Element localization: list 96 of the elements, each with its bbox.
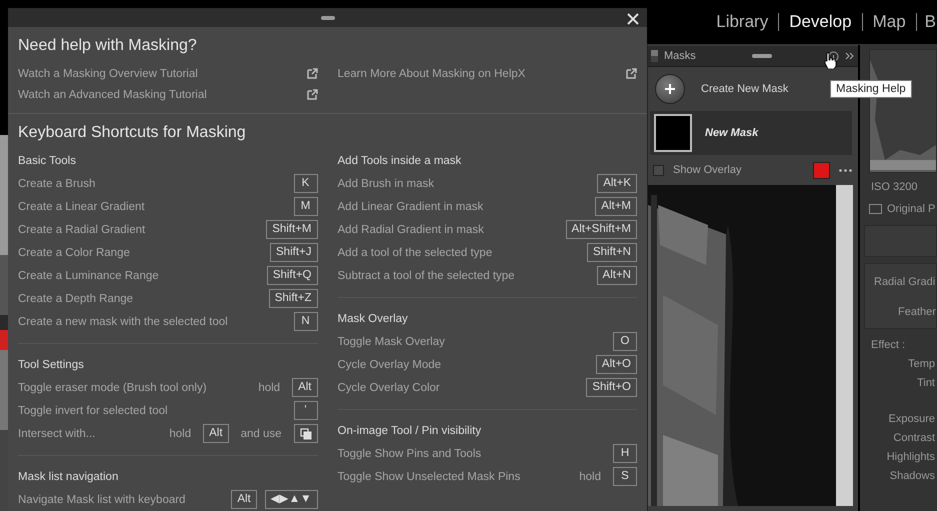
module-tab[interactable]: Develop — [778, 13, 862, 31]
slider-label: Tint — [916, 377, 936, 389]
module-tab[interactable]: Map — [862, 13, 916, 31]
key-cap: Alt+Shift+M — [566, 220, 637, 239]
slider-label: Shadows — [888, 470, 936, 482]
key-cap: K — [294, 174, 318, 193]
shortcut-label: Create a Color Range — [18, 246, 131, 258]
shortcut-label: Toggle invert for selected tool — [18, 404, 169, 416]
mask-item[interactable]: New Mask — [650, 111, 852, 155]
shortcuts-heading: Keyboard Shortcuts for Masking — [17, 123, 247, 143]
key-cap: Alt+K — [597, 174, 637, 193]
shortcut-label: Create a Radial Gradient — [18, 224, 146, 236]
shortcut-label: Toggle eraser mode (Brush tool only) — [18, 382, 208, 394]
shortcut-label: Cycle Overlay Mode — [338, 358, 442, 370]
shortcut-label: Add a tool of the selected type — [338, 246, 494, 258]
shortcut-label: Add Brush in mask — [338, 178, 436, 190]
key-cap: Alt+M — [595, 197, 637, 216]
panel-title: Masks — [664, 50, 696, 62]
overlay-checkbox[interactable] — [653, 164, 664, 176]
shortcut-note: hold — [258, 382, 280, 394]
module-tab[interactable]: Library — [706, 13, 778, 31]
shortcut-label: Create a new mask with the selected tool — [18, 316, 229, 328]
key-cap: Shift+Q — [266, 266, 318, 285]
key-cap: Shift+O — [586, 378, 637, 397]
overlay-color-swatch[interactable] — [813, 162, 830, 178]
more-icon[interactable] — [839, 168, 852, 172]
group-heading: Basic Tools — [18, 154, 77, 169]
shortcut-label: Toggle Show Unselected Mask Pins — [338, 470, 522, 482]
key-cap: Shift+N — [586, 243, 637, 262]
hand-cursor-icon — [824, 52, 837, 69]
shortcut-label: Add Radial Gradient in mask — [338, 224, 485, 236]
key-cap: S — [613, 467, 637, 486]
shortcut-label: Toggle Show Pins and Tools — [338, 448, 482, 460]
group-heading: On-image Tool / Pin visibility — [338, 424, 482, 439]
tutorial-link[interactable]: Learn More About Masking on HelpX — [338, 63, 637, 84]
shortcut-label: Create a Linear Gradient — [18, 200, 146, 212]
overlay-label: Show Overlay — [673, 164, 742, 176]
panel-toggle-icon[interactable] — [651, 50, 658, 62]
key-cap: ◀▶▲▼ — [264, 490, 318, 509]
shortcut-label: Subtract a tool of the selected type — [338, 270, 516, 282]
help-heading: Need help with Masking? — [17, 36, 198, 56]
external-link-icon — [626, 68, 637, 79]
shortcut-note: and use — [240, 428, 282, 440]
shortcut-label: Intersect with... — [18, 428, 96, 440]
external-link-icon — [306, 68, 318, 79]
key-cap: M — [294, 197, 318, 216]
key-cap: Alt — [203, 424, 229, 443]
help-icon[interactable] — [828, 50, 839, 62]
key-cap: Shift+M — [266, 220, 318, 239]
plus-icon — [664, 83, 676, 95]
tutorial-link[interactable]: Watch an Advanced Masking Tutorial — [18, 84, 318, 105]
shortcut-label: Navigate Mask list with keyboard — [18, 494, 186, 506]
slider-label: Temp — [907, 358, 936, 370]
module-tab[interactable]: B — [916, 13, 937, 31]
key-cap: Shift+Z — [268, 289, 318, 308]
add-mask-button[interactable] — [655, 74, 685, 104]
drag-handle-icon[interactable] — [320, 16, 334, 20]
key-cap: N — [294, 312, 318, 331]
key-cap: Alt — [292, 378, 318, 397]
key-cap: Shift+J — [270, 243, 318, 262]
original-label: Original P — [887, 203, 936, 215]
shortcut-label: Create a Luminance Range — [18, 270, 160, 282]
key-cap: O — [613, 332, 637, 351]
key-cap: Alt — [231, 490, 257, 509]
intersect-key-icon — [294, 424, 318, 443]
mask-thumbnail — [654, 114, 692, 152]
effect-label: Effect : — [870, 339, 906, 351]
double-chevron-icon[interactable] — [845, 52, 854, 60]
shortcut-note: hold — [169, 428, 192, 440]
key-cap: Alt+N — [596, 266, 637, 285]
original-checkbox[interactable] — [869, 204, 882, 214]
slider-label: Contrast — [892, 432, 936, 444]
shortcut-label: Cycle Overlay Color — [338, 382, 441, 394]
drag-handle-icon[interactable] — [752, 54, 772, 58]
group-heading: Mask list navigation — [18, 470, 120, 485]
slider-label: Exposure — [888, 413, 936, 425]
iso-value: ISO 3200 — [870, 180, 918, 193]
key-cap: ' — [294, 401, 318, 420]
group-heading: Add Tools inside a mask — [338, 154, 462, 169]
mask-name: New Mask — [705, 127, 758, 139]
slider-label: Highlights — [886, 451, 936, 463]
shortcut-label: Toggle Mask Overlay — [338, 336, 446, 348]
group-heading: Tool Settings — [18, 358, 85, 373]
tooltip: Masking Help — [830, 80, 912, 98]
shortcut-label: Add Linear Gradient in mask — [338, 200, 484, 212]
tutorial-link[interactable]: Watch a Masking Overview Tutorial — [18, 63, 318, 84]
slider-label: Feather — [897, 306, 936, 318]
create-mask-label: Create New Mask — [701, 83, 788, 95]
shortcut-label: Create a Brush — [18, 178, 96, 190]
mask-type-label: Radial Gradi — [874, 276, 936, 288]
key-cap: Alt+O — [596, 355, 637, 374]
shortcut-label: Create a Depth Range — [18, 292, 134, 304]
shortcut-note: hold — [579, 470, 601, 482]
group-heading: Mask Overlay — [338, 312, 409, 327]
key-cap: H — [613, 444, 637, 463]
external-link-icon — [306, 89, 318, 100]
